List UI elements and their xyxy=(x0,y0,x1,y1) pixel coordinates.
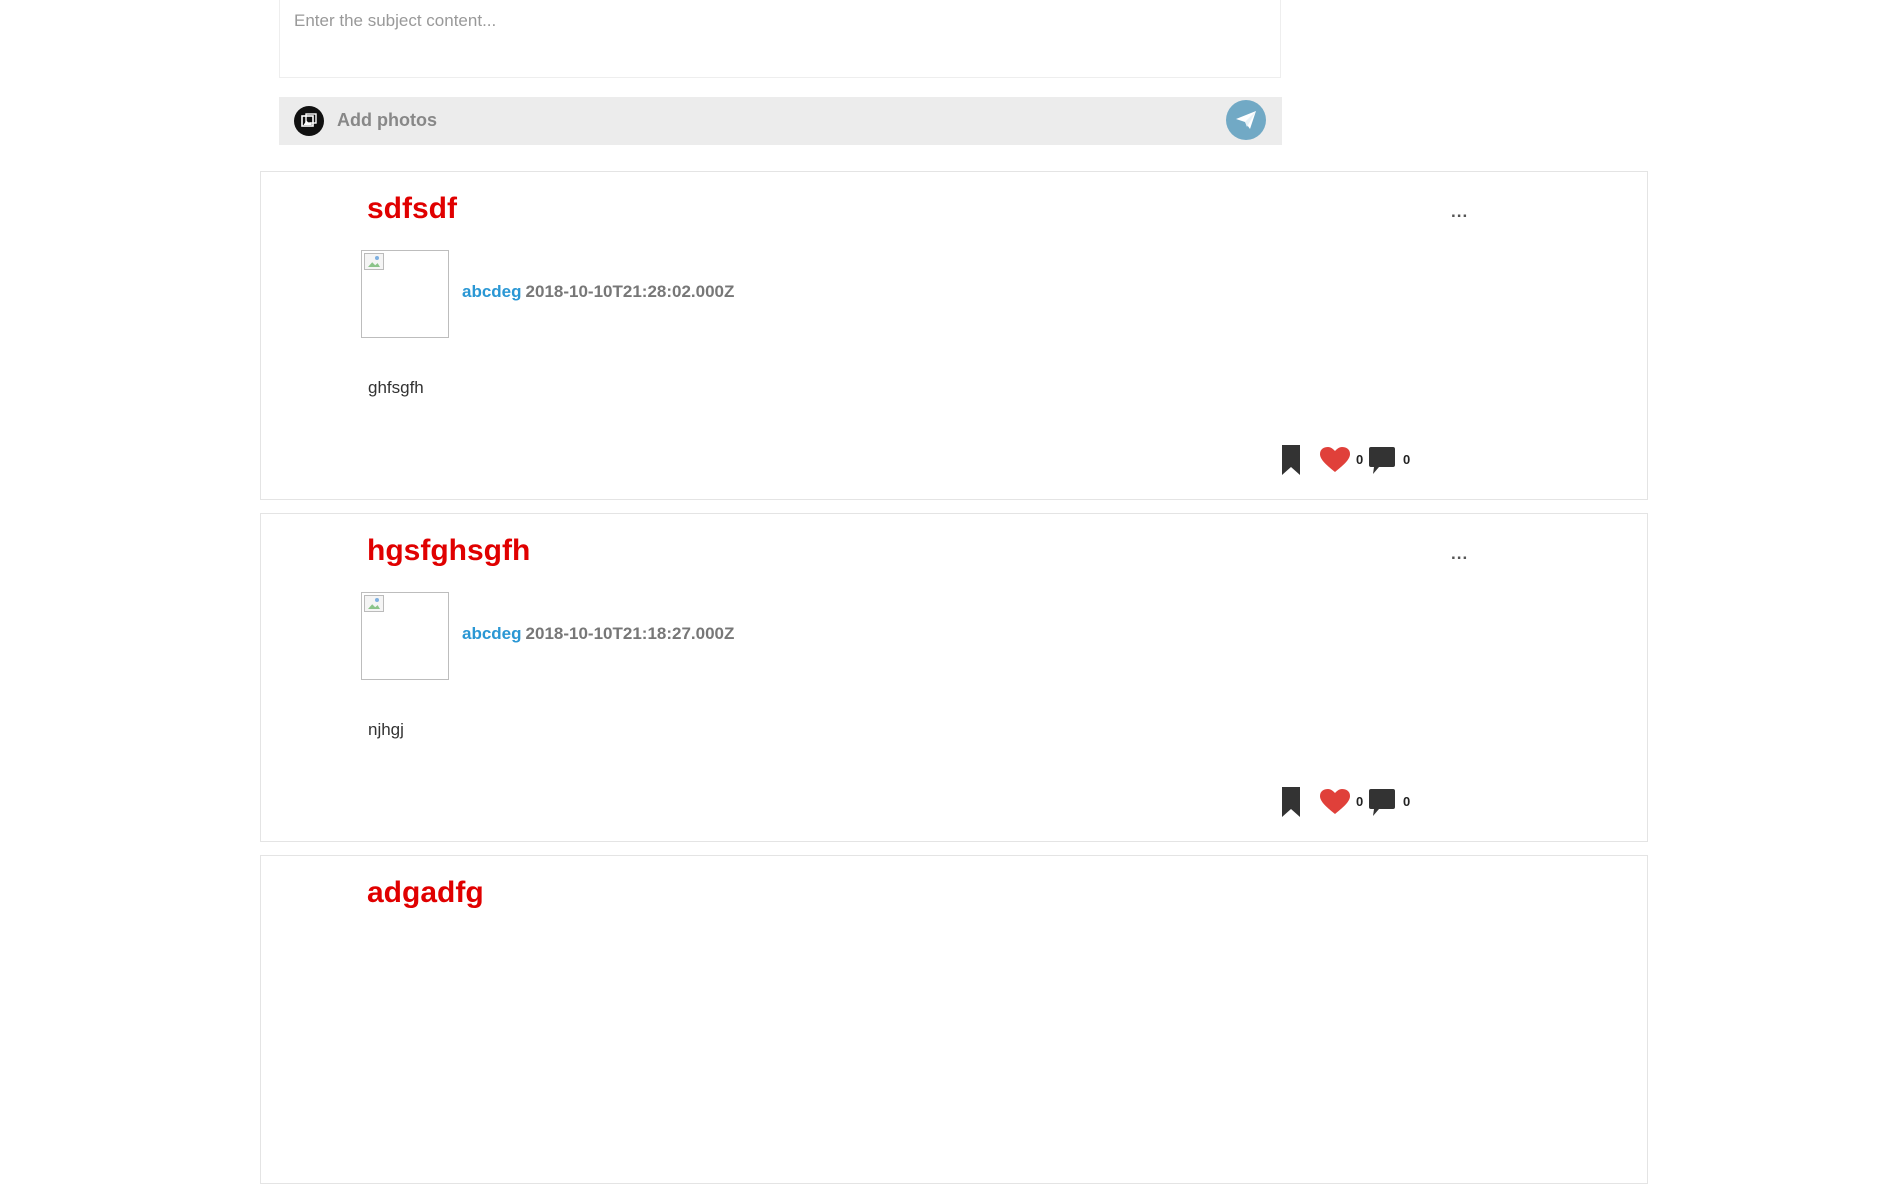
comment-icon[interactable] xyxy=(1369,447,1395,475)
comment-count: 0 xyxy=(1403,794,1411,809)
avatar xyxy=(361,250,449,338)
add-photos-label[interactable]: Add photos xyxy=(337,110,437,131)
send-button[interactable] xyxy=(1226,100,1266,140)
post-date: 2018-10-10T21:18:27.000Z xyxy=(525,624,735,643)
post-actions: 0 0 xyxy=(1280,445,1440,475)
post-title[interactable]: adgadfg xyxy=(367,876,484,910)
post-meta: abcdeg 2018-10-10T21:28:02.000Z xyxy=(462,282,734,302)
author-link[interactable]: abcdeg xyxy=(462,282,522,301)
post-card: hgsfghsgfh ... abcdeg 2018-10-10T21:18:27… xyxy=(260,513,1648,842)
post-body: ghfsgfh xyxy=(368,378,424,397)
composer-toolbar: Add photos xyxy=(279,97,1282,145)
comment-icon[interactable] xyxy=(1369,789,1395,817)
comment-count: 0 xyxy=(1403,452,1411,467)
avatar xyxy=(361,592,449,680)
post-menu-button[interactable]: ... xyxy=(1451,202,1468,222)
broken-image-icon xyxy=(364,253,384,270)
post-menu-button[interactable]: ... xyxy=(1451,544,1468,564)
post-date: 2018-10-10T21:28:02.000Z xyxy=(525,282,735,301)
post-card: sdfsdf ... abcdeg 2018-10-10T21:28:02.000… xyxy=(260,171,1648,500)
add-photo-icon[interactable] xyxy=(294,106,324,136)
post-body: njhgj xyxy=(368,720,404,739)
bookmark-icon[interactable] xyxy=(1280,787,1302,817)
like-count: 0 xyxy=(1356,452,1364,467)
heart-icon[interactable] xyxy=(1320,789,1350,815)
broken-image-icon xyxy=(364,595,384,612)
post-actions: 0 0 xyxy=(1280,787,1440,817)
post-card: adgadfg xyxy=(260,855,1648,1184)
author-link[interactable]: abcdeg xyxy=(462,624,522,643)
post-title[interactable]: sdfsdf xyxy=(367,192,457,226)
subject-content-input[interactable] xyxy=(280,0,1280,77)
like-count: 0 xyxy=(1356,794,1364,809)
post-title[interactable]: hgsfghsgfh xyxy=(367,534,530,568)
heart-icon[interactable] xyxy=(1320,447,1350,473)
bookmark-icon[interactable] xyxy=(1280,445,1302,475)
post-composer xyxy=(279,0,1281,78)
post-meta: abcdeg 2018-10-10T21:18:27.000Z xyxy=(462,624,734,644)
paper-plane-icon xyxy=(1236,111,1256,129)
